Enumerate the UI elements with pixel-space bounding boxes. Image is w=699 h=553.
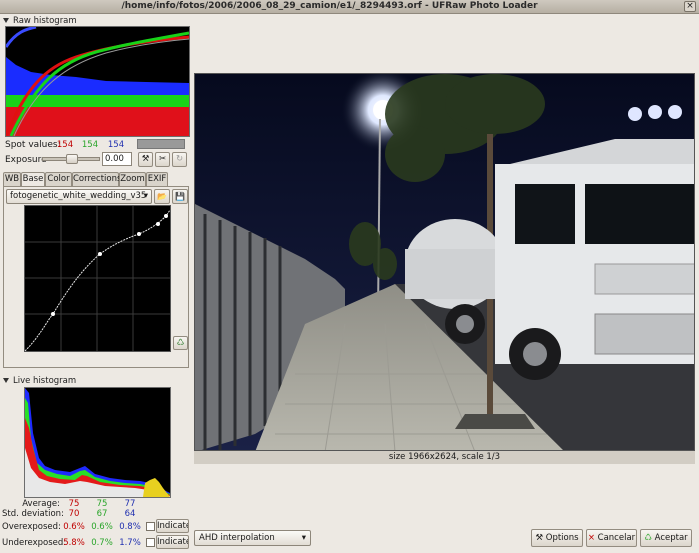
spot-value-green: 154 xyxy=(81,140,99,150)
clip-icon: ✂ xyxy=(158,154,167,164)
live-histogram-header[interactable]: Live histogram xyxy=(3,376,76,386)
tab-base-label: Base xyxy=(22,174,44,184)
spot-value-red: 154 xyxy=(56,140,74,150)
spot-value-blue: 154 xyxy=(107,140,125,150)
raw-histogram-header[interactable]: Raw histogram xyxy=(3,16,77,26)
tab-wb[interactable]: WB xyxy=(3,172,21,186)
underexposed-checkbox[interactable] xyxy=(146,538,155,547)
spot-color-swatch xyxy=(137,139,185,149)
recycle-icon: ♺ xyxy=(176,338,185,348)
std-deviation-label: Std. deviation: xyxy=(2,509,64,519)
accept-label: Aceptar xyxy=(654,533,688,543)
tab-wb-label: WB xyxy=(4,174,20,184)
underexposed-red: 5.8% xyxy=(63,538,85,548)
accept-icon: ♺ xyxy=(644,533,652,543)
exposure-slider-thumb[interactable] xyxy=(66,154,78,164)
dropdown-arrow-icon: ▾ xyxy=(301,533,306,543)
clip-highlights-button[interactable]: ✂ xyxy=(155,152,170,167)
window-title: /home/info/fotos/2006/2006_08_29_camion/… xyxy=(121,1,538,11)
tab-exif-label: EXIF xyxy=(147,174,167,184)
overexposed-blue: 0.8% xyxy=(119,522,141,532)
title-bar: /home/info/fotos/2006/2006_08_29_camion/… xyxy=(0,0,699,14)
curve-select[interactable]: fotogenetic_white_wedding_v35 ▾ xyxy=(6,189,152,204)
cancel-label: Cancelar xyxy=(597,533,636,543)
overexposed-label: Overexposed: xyxy=(2,522,61,532)
save-curve-button[interactable]: 💾 xyxy=(172,189,188,204)
live-histogram xyxy=(24,387,171,498)
tab-color-label: Color xyxy=(47,174,70,184)
tab-zoom[interactable]: Zoom xyxy=(119,172,146,186)
average-red: 75 xyxy=(68,499,80,509)
tab-zoom-label: Zoom xyxy=(120,174,145,184)
average-label: Average: xyxy=(22,499,60,509)
exposure-value: 0.00 xyxy=(105,154,124,164)
curve-select-value: fotogenetic_white_wedding_v35 xyxy=(10,191,147,201)
preview-image xyxy=(195,74,694,450)
curve-graph[interactable] xyxy=(24,206,171,352)
std-green: 67 xyxy=(96,509,108,519)
live-histogram-graph xyxy=(25,388,170,497)
options-button[interactable]: ⚒ Options xyxy=(531,529,583,547)
reset-curve-button[interactable]: ♺ xyxy=(173,336,188,350)
indicate-overexposed-label: Indicate xyxy=(157,521,189,531)
cancel-button[interactable]: × Cancelar xyxy=(586,529,637,547)
raw-histogram-graph xyxy=(4,25,190,137)
tab-color[interactable]: Color xyxy=(45,172,72,186)
options-label: Options xyxy=(545,533,579,543)
tools-icon: ⚒ xyxy=(535,533,544,543)
cancel-icon: × xyxy=(587,533,595,543)
average-green: 75 xyxy=(96,499,108,509)
interpolation-select[interactable]: AHD interpolation ▾ xyxy=(194,530,311,546)
raw-histogram xyxy=(4,25,190,137)
dropdown-arrow-icon: ▾ xyxy=(143,191,148,201)
auto-exposure-button[interactable]: ⚒ xyxy=(138,152,153,167)
overexposed-green: 0.6% xyxy=(91,522,113,532)
average-blue: 77 xyxy=(124,499,136,509)
indicate-underexposed-button[interactable]: Indicate xyxy=(156,535,189,549)
underexposed-blue: 1.7% xyxy=(119,538,141,548)
expander-triangle-icon xyxy=(3,18,9,23)
overexposed-red: 0.6% xyxy=(63,522,85,532)
image-preview[interactable] xyxy=(194,73,695,451)
open-curve-button[interactable]: 📂 xyxy=(154,189,170,204)
spot-values-row: Spot values: xyxy=(5,140,61,150)
std-red: 70 xyxy=(68,509,80,519)
exposure-slider[interactable] xyxy=(42,154,100,164)
wand-icon: ⚒ xyxy=(141,154,150,164)
image-size-caption: size 1966x2624, scale 1/3 xyxy=(194,451,695,464)
underexposed-green: 0.7% xyxy=(91,538,113,548)
raw-histogram-title: Raw histogram xyxy=(13,16,77,26)
exposure-label: Exposure xyxy=(5,155,47,165)
curve-editor[interactable] xyxy=(24,205,171,352)
folder-open-icon: 📂 xyxy=(157,192,167,201)
close-icon: × xyxy=(686,1,694,11)
save-icon: 💾 xyxy=(175,192,185,201)
tab-base[interactable]: Base xyxy=(21,172,45,187)
spot-values-label: Spot values: xyxy=(5,140,61,150)
indicate-underexposed-label: Indicate xyxy=(157,537,189,547)
overexposed-checkbox[interactable] xyxy=(146,522,155,531)
tab-corrections-label: Corrections xyxy=(73,174,122,184)
tab-exif[interactable]: EXIF xyxy=(146,172,168,186)
exposure-spin[interactable]: 0.00 xyxy=(102,152,132,166)
expander-triangle-icon xyxy=(3,378,9,383)
close-window-button[interactable]: × xyxy=(684,1,696,12)
reset-icon: ↻ xyxy=(175,154,184,164)
tab-corrections[interactable]: Corrections xyxy=(72,172,122,186)
reset-exposure-button[interactable]: ↻ xyxy=(172,152,187,167)
interpolation-value: AHD interpolation xyxy=(199,533,275,543)
live-histogram-title: Live histogram xyxy=(13,376,77,386)
accept-button[interactable]: ♺ Aceptar xyxy=(640,529,692,547)
std-blue: 64 xyxy=(124,509,136,519)
indicate-overexposed-button[interactable]: Indicate xyxy=(156,519,189,533)
underexposed-label: Underexposed: xyxy=(2,538,67,548)
